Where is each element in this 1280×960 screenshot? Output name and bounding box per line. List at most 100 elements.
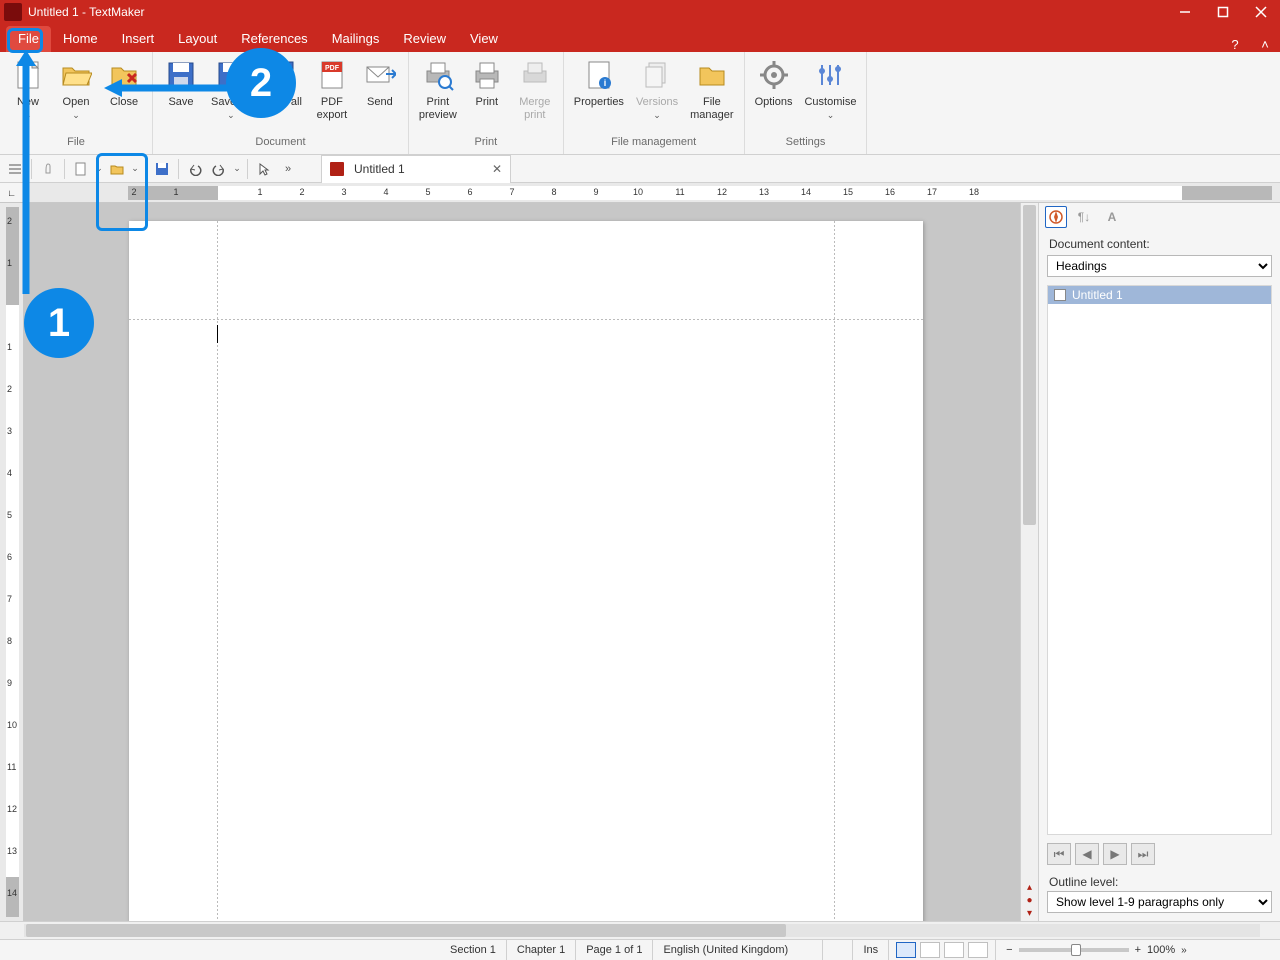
print-label: Print — [475, 96, 498, 109]
view-web-icon[interactable] — [968, 942, 988, 958]
sidepanel-style-icon[interactable]: A — [1101, 206, 1123, 228]
zoom-knob[interactable] — [1071, 944, 1081, 956]
close-button[interactable] — [1242, 0, 1280, 24]
customise-button[interactable]: Customise ⌄ — [798, 56, 862, 136]
checkbox-icon[interactable] — [1054, 289, 1066, 301]
sliders-icon — [813, 58, 847, 92]
scrollbar-thumb[interactable] — [26, 924, 786, 937]
vertical-scrollbar[interactable]: ▴ ● ▾ — [1020, 203, 1038, 921]
qat-redo-icon[interactable] — [208, 158, 230, 180]
nav-next-icon[interactable]: ▶ — [1103, 843, 1127, 865]
status-section[interactable]: Section 1 — [440, 940, 507, 960]
text-cursor — [217, 325, 218, 343]
print-preview-label: Print preview — [419, 96, 457, 122]
tab-home[interactable]: Home — [51, 26, 110, 52]
horizontal-ruler[interactable]: 21123456789101112131415161718 — [128, 186, 1272, 200]
view-normal-icon[interactable] — [896, 942, 916, 958]
qat-undo-icon[interactable] — [184, 158, 206, 180]
minimize-button[interactable] — [1166, 0, 1204, 24]
options-label: Options — [755, 96, 793, 109]
qat-save-icon[interactable] — [151, 158, 173, 180]
title-bar: Untitled 1 - TextMaker — [0, 0, 1280, 24]
zoom-more-icon[interactable]: » — [1181, 945, 1187, 956]
status-ins[interactable]: Ins — [853, 940, 889, 960]
status-chapter[interactable]: Chapter 1 — [507, 940, 576, 960]
zoom-out-icon[interactable]: − — [1006, 944, 1012, 956]
help-button[interactable]: ? — [1220, 37, 1250, 52]
options-button[interactable]: Options — [749, 56, 799, 136]
chevron-down-icon: ⌄ — [72, 111, 80, 119]
sidepanel-heading: Document content: — [1039, 231, 1280, 255]
next-page-icon[interactable]: ▾ — [1027, 908, 1032, 919]
file-manager-button[interactable]: File manager — [684, 56, 739, 136]
gear-icon — [757, 58, 791, 92]
print-preview-button[interactable]: Print preview — [413, 56, 463, 136]
nav-last-icon[interactable]: ⏭ — [1131, 843, 1155, 865]
qat-pointer-icon[interactable] — [253, 158, 275, 180]
open-button[interactable]: Open ⌄ — [52, 56, 100, 136]
document-tab[interactable]: Untitled 1 ✕ — [321, 155, 511, 183]
status-language[interactable]: English (United Kingdom) — [653, 940, 823, 960]
status-page[interactable]: Page 1 of 1 — [576, 940, 653, 960]
document-canvas[interactable] — [24, 203, 1020, 921]
sidepanel-filter-select[interactable]: Headings — [1047, 255, 1272, 277]
qat-redo-dd[interactable]: ⌄ — [232, 158, 242, 180]
properties-button[interactable]: i Properties — [568, 56, 630, 136]
document-tree[interactable]: Untitled 1 — [1047, 285, 1272, 835]
qat-new-icon[interactable] — [70, 158, 92, 180]
tab-layout[interactable]: Layout — [166, 26, 229, 52]
nav-first-icon[interactable]: ⏮ — [1047, 843, 1071, 865]
tree-root-label: Untitled 1 — [1072, 288, 1123, 302]
document-tab-close-icon[interactable]: ✕ — [492, 162, 502, 176]
tab-file[interactable]: File — [6, 26, 51, 52]
versions-label: Versions — [636, 96, 678, 109]
outline-level-label: Outline level: — [1039, 871, 1280, 891]
pdf-export-button[interactable]: PDF PDF export — [308, 56, 356, 136]
qat-new-dd[interactable]: ⌄ — [94, 158, 104, 180]
chevron-down-icon: ⌄ — [827, 111, 835, 119]
nav-prev-icon[interactable]: ◀ — [1075, 843, 1099, 865]
app-icon — [4, 3, 22, 21]
send-button[interactable]: Send — [356, 56, 404, 136]
sidepanel-paragraph-icon[interactable]: ¶↓ — [1073, 206, 1095, 228]
tab-insert[interactable]: Insert — [110, 26, 167, 52]
outline-level-select[interactable]: Show level 1-9 paragraphs only — [1047, 891, 1272, 913]
view-outline-icon[interactable] — [944, 942, 964, 958]
collapse-ribbon-button[interactable]: ˄ — [1250, 37, 1280, 52]
annotation-badge-1: 1 — [24, 288, 94, 358]
group-label: Print — [413, 136, 559, 154]
tab-view[interactable]: View — [458, 26, 510, 52]
printer-icon — [470, 58, 504, 92]
view-master-icon[interactable] — [920, 942, 940, 958]
tree-root-node[interactable]: Untitled 1 — [1048, 286, 1271, 304]
page[interactable] — [129, 221, 923, 921]
prev-page-icon[interactable]: ▴ — [1027, 882, 1032, 893]
horizontal-scrollbar-row — [0, 921, 1280, 939]
send-label: Send — [367, 96, 393, 109]
zoom-value[interactable]: 100% — [1147, 944, 1175, 956]
zoom-in-icon[interactable]: + — [1135, 944, 1141, 956]
window-title: Untitled 1 - TextMaker — [28, 5, 145, 19]
side-panel: ¶↓ A Document content: Headings Untitled… — [1038, 203, 1280, 921]
merge-print-button: Merge print — [511, 56, 559, 136]
page-marker-icon[interactable]: ● — [1026, 895, 1032, 906]
vertical-ruler[interactable]: 211234567891011121314 — [0, 203, 24, 921]
maximize-button[interactable] — [1204, 0, 1242, 24]
scrollbar-thumb[interactable] — [1023, 205, 1036, 525]
horizontal-scrollbar[interactable] — [24, 924, 1260, 937]
qat-touch-icon[interactable] — [37, 158, 59, 180]
ribbon-group-file-management: i Properties Versions ⌄ File manager Fil… — [564, 52, 745, 154]
print-button[interactable]: Print — [463, 56, 511, 136]
tab-references[interactable]: References — [229, 26, 319, 52]
qat-expand-icon[interactable]: » — [277, 158, 299, 180]
sidepanel-navigator-icon[interactable] — [1045, 206, 1067, 228]
tab-mailings[interactable]: Mailings — [320, 26, 392, 52]
file-manager-icon — [695, 58, 729, 92]
qat-open-icon[interactable] — [106, 158, 128, 180]
qat-open-dd[interactable]: ⌄ — [130, 158, 140, 180]
tab-review[interactable]: Review — [391, 26, 458, 52]
zoom-slider[interactable] — [1019, 948, 1129, 952]
open-label: Open — [63, 96, 90, 109]
versions-button: Versions ⌄ — [630, 56, 684, 136]
merge-print-icon — [518, 58, 552, 92]
